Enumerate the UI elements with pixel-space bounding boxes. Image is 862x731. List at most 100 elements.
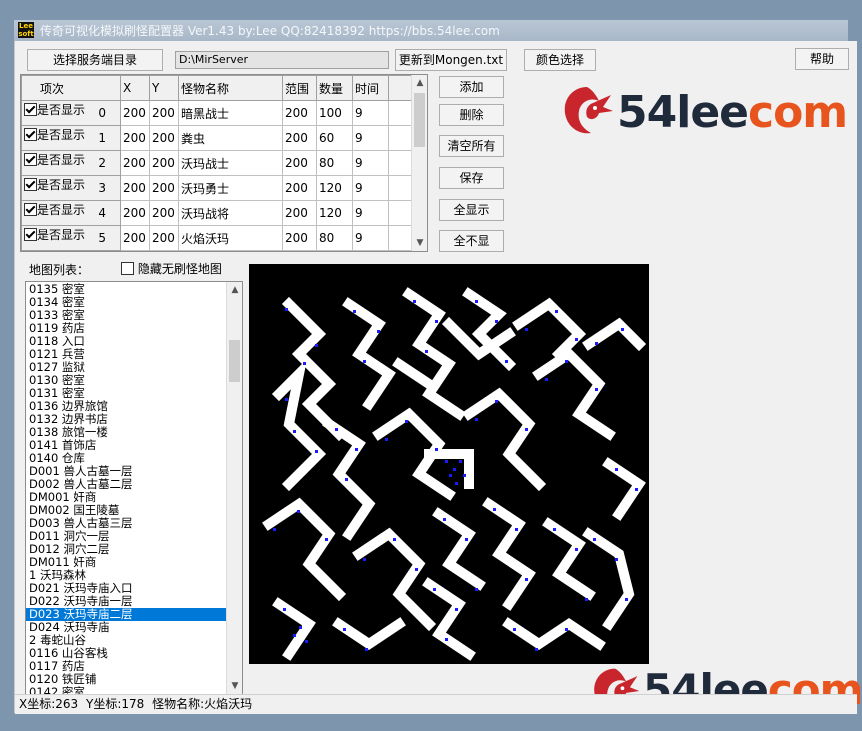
cell-time[interactable]: 9 (352, 125, 389, 151)
cell-y[interactable]: 200 (149, 125, 179, 151)
cell-y[interactable]: 200 (149, 225, 179, 251)
grid-header-cell[interactable]: X (120, 75, 150, 101)
delete-button[interactable]: 删除 (439, 104, 504, 126)
x-coord-value: 263 (55, 697, 79, 711)
cell-y[interactable]: 200 (149, 150, 179, 176)
hide-all-button[interactable]: 全不显 (439, 230, 504, 252)
grid-header-cell[interactable]: 时间 (352, 75, 389, 101)
cell-x[interactable]: 200 (120, 225, 150, 251)
add-button[interactable]: 添加 (439, 76, 504, 98)
row-visibility-cell[interactable]: 是否显示 2 (21, 150, 121, 176)
map-list: 0135 密室 0134 密室 0133 密室 0119 药店 0118 入口 0121 … (25, 281, 243, 695)
select-server-dir-button[interactable]: 选择服务端目录 (27, 49, 163, 71)
y-coord-label: Y坐标: (86, 697, 122, 711)
cell-name[interactable]: 沃玛战将 (178, 200, 283, 226)
scroll-thumb[interactable] (414, 93, 425, 147)
cell-time[interactable]: 9 (352, 225, 389, 251)
row-visible-label: 是否显示 (37, 178, 86, 192)
cell-count[interactable]: 80 (316, 225, 353, 251)
main-window: 选择服务端目录 D:\MirServer 更新到Mongen.txt 颜色选择 … (14, 41, 862, 714)
cell-count[interactable]: 100 (316, 100, 353, 126)
cell-time[interactable]: 9 (352, 200, 389, 226)
table-row[interactable]: 是否显示 4 200 200 沃玛战将 200 120 9 (21, 200, 413, 226)
map-list-scrollbar[interactable]: ▲ ▼ (226, 282, 242, 694)
grid-header-cell[interactable]: 项次 (21, 75, 121, 101)
cell-x[interactable]: 200 (120, 100, 150, 126)
row-visibility-cell[interactable]: 是否显示 5 (21, 225, 121, 251)
cell-range[interactable]: 200 (282, 125, 317, 151)
cell-name[interactable]: 暗黑战士 (178, 100, 283, 126)
row-visibility-cell[interactable]: 是否显示 0 (21, 100, 121, 126)
cell-name[interactable]: 粪虫 (178, 125, 283, 151)
save-button[interactable]: 保存 (439, 167, 504, 189)
cell-range[interactable]: 200 (282, 150, 317, 176)
cell-range[interactable]: 200 (282, 100, 317, 126)
show-all-button[interactable]: 全显示 (439, 199, 504, 221)
grid-header-row: 项次 X Y 怪物名称 范围 数量 时间 (21, 75, 413, 101)
table-row[interactable]: 是否显示 2 200 200 沃玛战士 200 80 9 (21, 150, 413, 176)
server-path-field[interactable]: D:\MirServer (175, 51, 389, 69)
cell-count[interactable]: 80 (316, 150, 353, 176)
row-visible-checkbox[interactable] (24, 178, 37, 191)
grid-header-cell[interactable]: Y (149, 75, 179, 101)
cell-time[interactable]: 9 (352, 150, 389, 176)
row-visible-checkbox[interactable] (24, 103, 37, 116)
map-render[interactable] (249, 264, 649, 664)
scroll-up-icon[interactable]: ▲ (412, 75, 427, 91)
scroll-down-icon[interactable]: ▼ (412, 235, 427, 251)
scroll-thumb[interactable] (229, 340, 240, 382)
scroll-up-icon[interactable]: ▲ (227, 282, 242, 298)
cell-time[interactable]: 9 (352, 175, 389, 201)
row-visibility-cell[interactable]: 是否显示 1 (21, 125, 121, 151)
cell-name[interactable]: 沃玛战士 (178, 150, 283, 176)
table-row[interactable]: 是否显示 3 200 200 沃玛勇士 200 120 9 (21, 175, 413, 201)
map-canvas[interactable] (249, 264, 649, 664)
cell-x[interactable]: 200 (120, 150, 150, 176)
clear-all-button[interactable]: 清空所有 (439, 135, 504, 157)
row-visibility-cell[interactable]: 是否显示 4 (21, 200, 121, 226)
cell-x[interactable]: 200 (120, 125, 150, 151)
help-button[interactable]: 帮助 (795, 48, 849, 70)
cell-x[interactable]: 200 (120, 175, 150, 201)
grid-header-cell[interactable]: 范围 (282, 75, 317, 101)
cell-y[interactable]: 200 (149, 200, 179, 226)
cell-y[interactable]: 200 (149, 175, 179, 201)
spawn-grid: 项次 X Y 怪物名称 范围 数量 时间 是否显示 0 200 200 暗黑战士 200 100 9 是否显… (20, 74, 428, 252)
table-row[interactable]: 是否显示 1 200 200 粪虫 200 60 9 (21, 125, 413, 151)
checkbox-box[interactable] (121, 262, 134, 275)
cell-range[interactable]: 200 (282, 225, 317, 251)
grid-header-cell[interactable]: 怪物名称 (178, 75, 283, 101)
row-visible-label: 是否显示 (37, 228, 86, 242)
row-visible-checkbox[interactable] (24, 203, 37, 216)
grid-scrollbar[interactable]: ▲ ▼ (411, 75, 427, 251)
row-visible-checkbox[interactable] (24, 228, 37, 241)
cell-filler (388, 150, 413, 176)
cell-range[interactable]: 200 (282, 200, 317, 226)
color-select-button[interactable]: 颜色选择 (524, 49, 596, 71)
grid-header-cell[interactable]: 数量 (316, 75, 353, 101)
cell-x[interactable]: 200 (120, 200, 150, 226)
x-coord-label: X坐标: (19, 697, 56, 711)
cell-count[interactable]: 120 (316, 200, 353, 226)
scroll-down-icon[interactable]: ▼ (227, 678, 242, 694)
cell-time[interactable]: 9 (352, 100, 389, 126)
table-row[interactable]: 是否显示 0 200 200 暗黑战士 200 100 9 (21, 100, 413, 126)
cell-name[interactable]: 火焰沃玛 (178, 225, 283, 251)
update-mongen-button[interactable]: 更新到Mongen.txt (395, 49, 507, 71)
table-row[interactable]: 是否显示 5 200 200 火焰沃玛 200 80 9 (21, 225, 413, 251)
cell-count[interactable]: 120 (316, 175, 353, 201)
cell-y[interactable]: 200 (149, 100, 179, 126)
brand-logo-top: 54leecom (557, 81, 848, 141)
window-title: 传奇可视化模拟刷怪配置器 Ver1.43 by:Lee QQ:82418392 … (40, 24, 500, 38)
cell-count[interactable]: 60 (316, 125, 353, 151)
hide-no-monster-checkbox[interactable]: 隐藏无刷怪地图 (119, 260, 222, 277)
cell-name[interactable]: 沃玛勇士 (178, 175, 283, 201)
row-visible-checkbox[interactable] (24, 128, 37, 141)
cell-range[interactable]: 200 (282, 175, 317, 201)
row-visible-label: 是否显示 (37, 128, 86, 142)
row-visibility-cell[interactable]: 是否显示 3 (21, 175, 121, 201)
cell-filler (388, 100, 413, 126)
monster-name-value: 火焰沃玛 (204, 697, 253, 711)
row-visible-label: 是否显示 (37, 203, 86, 217)
row-visible-checkbox[interactable] (24, 153, 37, 166)
